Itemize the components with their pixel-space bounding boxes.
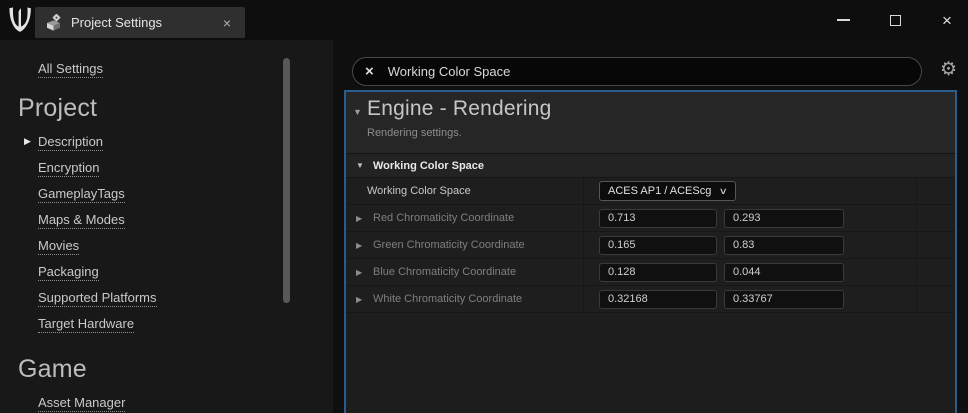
tab-project-settings[interactable]: Project Settings × (35, 7, 245, 38)
tab-close-icon[interactable]: × (219, 15, 235, 31)
row-white-chromaticity: ▶ White Chromaticity Coordinate (346, 286, 955, 313)
panel-collapse-caret-icon[interactable]: ▼ (353, 107, 362, 117)
expander-caret-icon[interactable]: ▶ (356, 295, 362, 304)
project-settings-tab-icon (45, 14, 62, 31)
row-working-color-space: Working Color Space ACES AP1 / ACEScg ∨ (346, 178, 955, 205)
row-red-chromaticity: ▶ Red Chromaticity Coordinate (346, 205, 955, 232)
sidebar-scrollbar[interactable] (283, 58, 290, 303)
property-label: Blue Chromaticity Coordinate (373, 266, 516, 278)
search-clear-icon[interactable]: × (365, 63, 374, 80)
green-x-input[interactable] (599, 236, 717, 255)
property-label: Working Color Space (367, 185, 471, 197)
settings-gear-icon[interactable]: ⚙ (940, 60, 957, 79)
expander-caret-icon[interactable]: ▶ (356, 268, 362, 277)
red-y-input[interactable] (724, 209, 844, 228)
white-y-input[interactable] (724, 290, 844, 309)
working-color-space-dropdown[interactable]: ACES AP1 / ACEScg ∨ (599, 181, 736, 201)
title-bar: Project Settings × × (0, 0, 968, 40)
sidebar-item-asset-manager[interactable]: Asset Manager (38, 394, 333, 413)
sidebar-item-all-settings[interactable]: All Settings (38, 60, 103, 78)
white-x-input[interactable] (599, 290, 717, 309)
row-blue-chromaticity: ▶ Blue Chromaticity Coordinate (346, 259, 955, 286)
panel-subtitle: Rendering settings. (367, 127, 955, 139)
panel-title: Engine - Rendering (367, 97, 955, 121)
reset-column-divider (916, 178, 917, 313)
expander-caret-icon[interactable]: ▶ (356, 214, 362, 223)
row-green-chromaticity: ▶ Green Chromaticity Coordinate (346, 232, 955, 259)
maximize-button[interactable] (882, 7, 908, 33)
chevron-down-icon: ∨ (719, 186, 728, 197)
search-bar[interactable]: × (352, 57, 922, 86)
engine-rendering-panel: ▼ Engine - Rendering Rendering settings.… (344, 90, 957, 413)
expander-caret-icon[interactable]: ▶ (356, 241, 362, 250)
window-controls: × (830, 0, 960, 40)
blue-y-input[interactable] (724, 263, 844, 282)
settings-main-area: × ⚙ ▼ Engine - Rendering Rendering setti… (333, 40, 968, 413)
selected-item-caret-icon: ▶ (24, 136, 31, 147)
minimize-button[interactable] (830, 7, 856, 33)
blue-x-input[interactable] (599, 263, 717, 282)
properties-table: Working Color Space ACES AP1 / ACEScg ∨ … (346, 178, 955, 313)
sidebar-item-target-hardware[interactable]: Target Hardware (38, 315, 333, 341)
search-input[interactable] (388, 64, 909, 79)
panel-header: ▼ Engine - Rendering Rendering settings. (346, 92, 955, 153)
settings-sidebar: All Settings Project ▶ Description Encry… (0, 40, 333, 413)
project-settings-window: Project Settings × × All Settings Projec… (0, 0, 968, 413)
tab-label: Project Settings (71, 15, 219, 30)
close-icon: × (942, 12, 952, 29)
unreal-engine-logo-icon (8, 7, 32, 33)
red-x-input[interactable] (599, 209, 717, 228)
category-label: Working Color Space (373, 160, 484, 172)
green-y-input[interactable] (724, 236, 844, 255)
category-collapse-caret-icon[interactable]: ▼ (356, 161, 364, 170)
close-button[interactable]: × (934, 7, 960, 33)
dropdown-selected-value: ACES AP1 / ACEScg (608, 185, 711, 197)
minimize-icon (837, 19, 850, 21)
property-label: Red Chromaticity Coordinate (373, 212, 514, 224)
category-working-color-space[interactable]: ▼ Working Color Space (346, 153, 955, 178)
maximize-icon (890, 15, 901, 26)
sidebar-heading-game: Game (18, 355, 333, 384)
property-label: White Chromaticity Coordinate (373, 293, 522, 305)
property-label: Green Chromaticity Coordinate (373, 239, 525, 251)
